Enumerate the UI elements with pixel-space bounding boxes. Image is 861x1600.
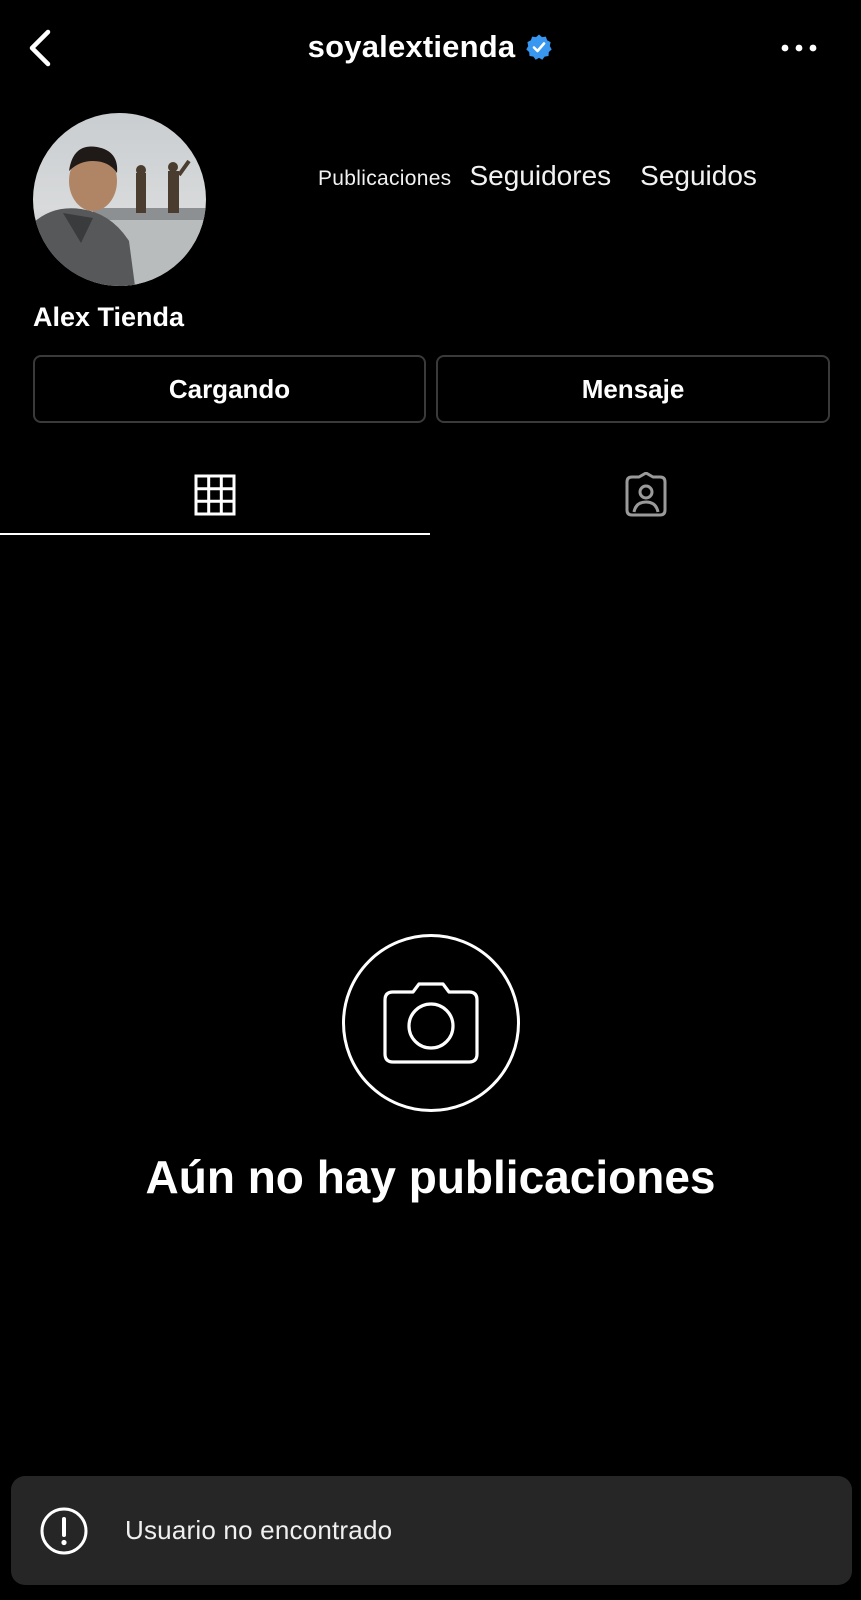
follow-loading-button[interactable]: Cargando (33, 355, 426, 423)
tab-tagged[interactable] (430, 455, 861, 535)
more-options-button[interactable] (777, 34, 821, 62)
display-name: Alex Tienda (33, 302, 185, 332)
following-stat[interactable]: Seguidos (640, 160, 757, 192)
profile-stats: Publicaciones Seguidores Seguidos (318, 160, 786, 192)
camera-icon (383, 982, 479, 1064)
verified-badge-icon (526, 34, 553, 60)
header-title: soyalextienda (0, 24, 861, 70)
tab-posts-grid[interactable] (0, 455, 430, 535)
empty-state-title: Aún no hay publicaciones (145, 1151, 716, 1203)
toast-message: Usuario no encontrado (125, 1515, 393, 1545)
avatar[interactable] (33, 113, 206, 286)
error-toast: Usuario no encontrado (11, 1476, 852, 1585)
posts-stat[interactable]: Publicaciones (318, 167, 451, 191)
followers-stat[interactable]: Seguidores (469, 160, 611, 192)
profile-photo (33, 113, 206, 286)
message-button[interactable]: Mensaje (436, 355, 830, 423)
active-tab-indicator (0, 533, 430, 535)
more-horizontal-icon (781, 44, 817, 52)
empty-state-circle (342, 934, 520, 1112)
username: soyalextienda (307, 29, 516, 64)
alert-circle-icon (40, 1507, 88, 1554)
grid-icon (194, 474, 236, 516)
tagged-icon (625, 472, 666, 517)
